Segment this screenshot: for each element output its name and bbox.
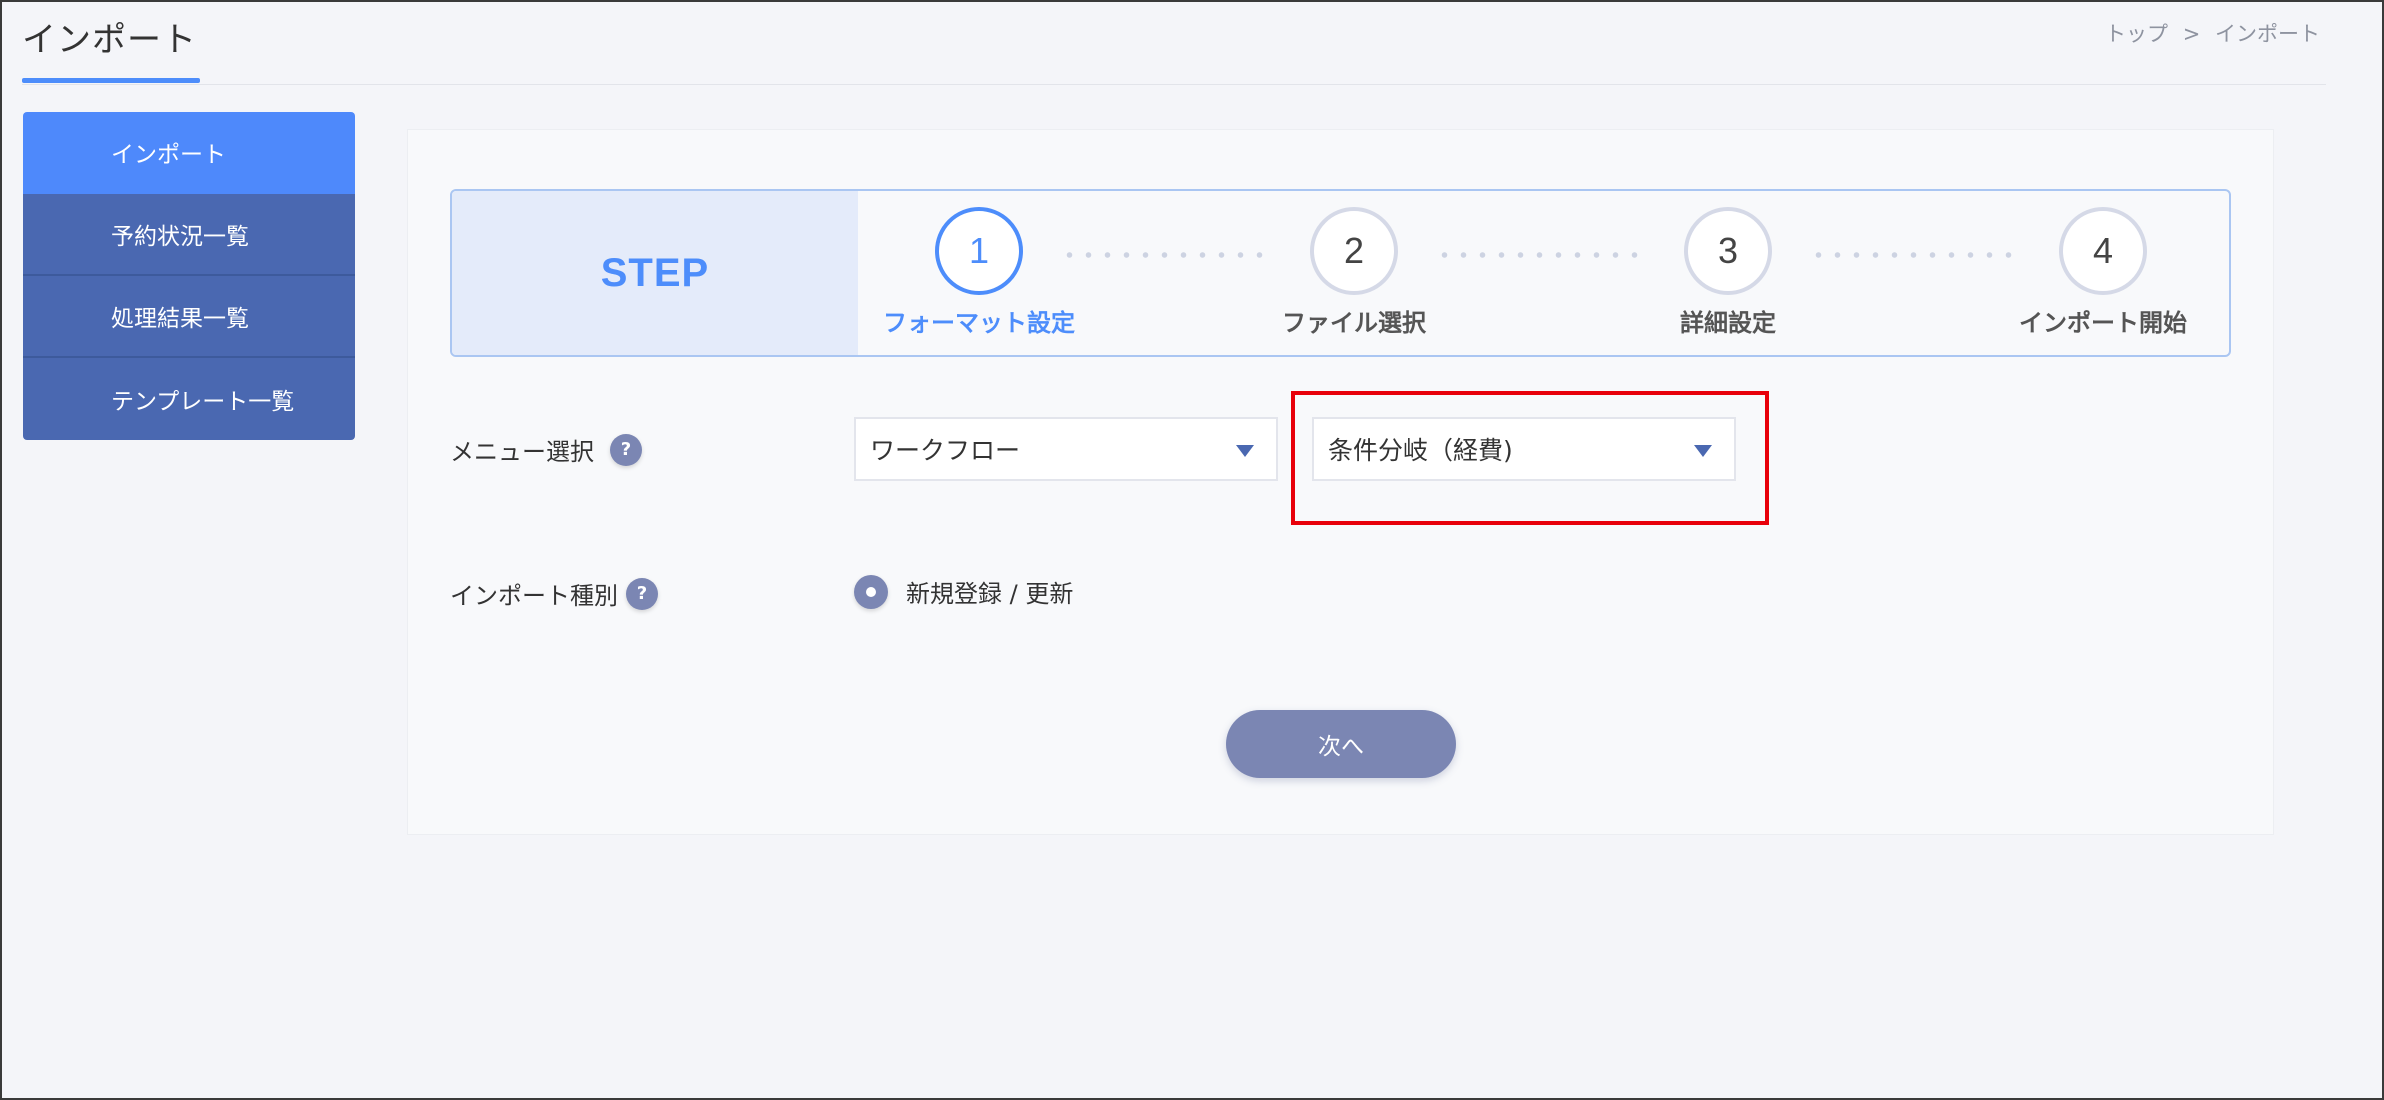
step-connector-1 [1060, 252, 1265, 258]
breadcrumb-top-link[interactable]: トップ [2105, 22, 2168, 46]
title-underline [22, 78, 200, 83]
app-window: インポート トップ > インポート インポート 予約状況一覧 処理結果一覧 テン… [0, 0, 2384, 1100]
step-1-name: フォーマット設定 [883, 309, 1075, 337]
breadcrumb-separator: > [2182, 22, 2201, 46]
header-divider [22, 84, 2326, 85]
step-3-circle: 3 [1684, 207, 1772, 295]
help-icon[interactable]: ? [626, 577, 658, 610]
step-4-name: インポート開始 [2019, 309, 2187, 337]
breadcrumb-current: インポート [2215, 22, 2320, 46]
step-4: 4 インポート開始 [1993, 207, 2213, 338]
page-title: インポート [22, 20, 197, 60]
breadcrumb: トップ > インポート [2101, 18, 2324, 48]
step-connector-3 [1809, 252, 2014, 258]
chevron-down-icon [1236, 445, 1254, 457]
step-3: 3 詳細設定 [1618, 207, 1838, 338]
step-2-name: ファイル選択 [1282, 309, 1426, 337]
step-2: 2 ファイル選択 [1244, 207, 1464, 338]
next-button[interactable]: 次へ [1226, 710, 1456, 778]
step-progress-bar: STEP 1 フォーマット設定 2 ファイル選択 3 詳細設定 4 インポート開… [450, 189, 2231, 357]
step-1-circle: 1 [935, 207, 1023, 295]
highlight-box [1291, 391, 1769, 525]
sidebar-item-processing-results[interactable]: 処理結果一覧 [23, 276, 355, 358]
import-type-radio-label: 新規登録 / 更新 [906, 580, 1074, 608]
import-type-label-text: インポート種別 [450, 582, 618, 610]
step-connector-2 [1435, 252, 1640, 258]
step-3-name: 詳細設定 [1680, 309, 1776, 337]
step-4-circle: 4 [2059, 207, 2147, 295]
menu-select-label-text: メニュー選択 [450, 438, 594, 466]
step-2-circle: 2 [1310, 207, 1398, 295]
menu-select-primary[interactable]: ワークフロー [854, 417, 1278, 481]
help-icon[interactable]: ? [610, 433, 642, 466]
radio-selected-icon[interactable] [854, 574, 888, 609]
menu-select-primary-value: ワークフロー [870, 436, 1021, 465]
sidebar-item-import[interactable]: インポート [23, 112, 355, 194]
sidebar-item-templates[interactable]: テンプレート一覧 [23, 358, 355, 440]
sidebar-item-reservation-status[interactable]: 予約状況一覧 [23, 194, 355, 276]
step-label: STEP [600, 250, 710, 295]
sidebar: インポート 予約状況一覧 処理結果一覧 テンプレート一覧 [23, 112, 355, 440]
import-type-radio-option[interactable]: 新規登録 / 更新 [854, 574, 1073, 609]
import-type-label: インポート種別 ? [450, 576, 658, 611]
step-1: 1 フォーマット設定 [869, 207, 1089, 338]
menu-select-label: メニュー選択 ? [450, 432, 642, 467]
step-label-box: STEP [452, 191, 858, 355]
